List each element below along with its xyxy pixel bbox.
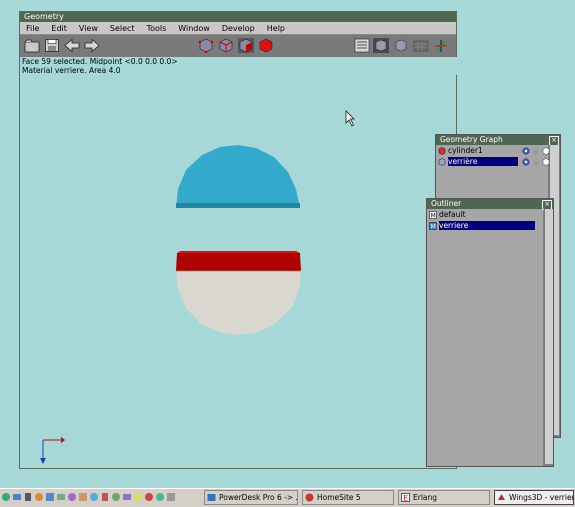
outliner-list: M default M verriere xyxy=(427,209,543,466)
menu-help[interactable]: Help xyxy=(267,24,285,33)
quicklaunch-app-icon[interactable] xyxy=(56,492,66,502)
body-mode-icon[interactable] xyxy=(258,38,274,53)
graph-item-cylinder1[interactable]: cylinder1 xyxy=(448,146,518,155)
quicklaunch-app-icon[interactable] xyxy=(78,492,88,502)
quicklaunch-app-icon[interactable] xyxy=(34,492,44,502)
menu-view[interactable]: View xyxy=(79,24,98,33)
menu-select[interactable]: Select xyxy=(110,24,135,33)
object-icon xyxy=(438,147,446,155)
quicklaunch-app-icon[interactable] xyxy=(67,492,77,502)
powerdesk-icon xyxy=(207,494,216,501)
axes-icon[interactable] xyxy=(433,38,449,53)
material-icon: M xyxy=(429,211,437,219)
geometry-window: Geometry File Edit View Select Tools Win… xyxy=(19,11,458,469)
selection-status: Face 59 selected. Midpoint <0.0 0.0 0.0> xyxy=(22,57,178,66)
edge-mode-icon[interactable] xyxy=(218,38,234,53)
status-info: Face 59 selected. Midpoint <0.0 0.0 0.0>… xyxy=(20,57,458,75)
taskbar-button-powerdesk[interactable]: PowerDesk Pro 6 -> ... xyxy=(204,490,298,505)
smooth-icon[interactable] xyxy=(373,38,389,53)
menu-bar: File Edit View Select Tools Window Devel… xyxy=(20,22,456,35)
vertex-mode-icon[interactable] xyxy=(198,38,214,53)
object-icon xyxy=(438,158,446,166)
quicklaunch-app-icon[interactable] xyxy=(12,492,22,502)
outliner-title[interactable]: Outliner xyxy=(427,199,553,209)
quicklaunch-app-icon[interactable] xyxy=(155,492,165,502)
quicklaunch-app-icon[interactable] xyxy=(23,492,33,502)
visibility-eye-icon[interactable] xyxy=(522,158,530,166)
wings3d-icon xyxy=(498,494,505,500)
gray-hemisphere-shape xyxy=(176,271,301,335)
taskbar-button-erlang[interactable]: E Erlang xyxy=(398,490,490,505)
outliner-item-verriere[interactable]: verriere xyxy=(439,221,535,230)
red-band-shape xyxy=(176,253,301,271)
quicklaunch-app-icon[interactable] xyxy=(111,492,121,502)
undo-icon[interactable] xyxy=(64,38,80,53)
homesite-icon xyxy=(305,493,314,502)
quicklaunch-app-icon[interactable] xyxy=(144,492,154,502)
groundplane-icon[interactable] xyxy=(413,38,429,53)
menu-file[interactable]: File xyxy=(26,24,39,33)
menu-edit[interactable]: Edit xyxy=(51,24,67,33)
graph-item-verriere[interactable]: verrière xyxy=(448,157,518,166)
lock-icon[interactable] xyxy=(532,158,540,166)
menu-window[interactable]: Window xyxy=(178,24,210,33)
quicklaunch-app-icon[interactable] xyxy=(45,492,55,502)
quicklaunch-app-icon[interactable] xyxy=(122,492,132,502)
svg-text:M: M xyxy=(431,212,436,219)
lock-icon[interactable] xyxy=(532,147,540,155)
save-icon[interactable] xyxy=(44,38,60,53)
open-icon[interactable] xyxy=(24,38,40,53)
quicklaunch-app-icon[interactable] xyxy=(89,492,99,502)
menu-tools[interactable]: Tools xyxy=(147,24,167,33)
quicklaunch-app-icon[interactable] xyxy=(133,492,143,502)
taskbar-button-wings3d[interactable]: Wings3D - verriere.wi... xyxy=(494,490,574,505)
material-status: Material verriere. Area 4.0 xyxy=(22,66,121,75)
menu-develop[interactable]: Develop xyxy=(222,24,255,33)
outliner-scrollbar[interactable] xyxy=(544,209,553,464)
toolbar xyxy=(20,35,456,57)
axis-gizmo xyxy=(40,437,65,464)
dome-base-edge xyxy=(176,203,300,208)
quicklaunch-app-icon[interactable] xyxy=(166,492,176,502)
taskbar-button-homesite[interactable]: HomeSite 5 xyxy=(302,490,394,505)
outliner-item-default[interactable]: default xyxy=(439,210,535,219)
svg-text:E: E xyxy=(403,495,408,503)
redo-icon[interactable] xyxy=(84,38,100,53)
outliner-panel: Outliner × M default M verriere xyxy=(426,198,554,467)
mouse-cursor xyxy=(345,110,355,127)
material-icon: M xyxy=(429,222,437,230)
face-mode-icon[interactable] xyxy=(238,38,254,53)
visibility-eye-icon[interactable] xyxy=(522,147,530,155)
wireframe-icon[interactable] xyxy=(393,38,409,53)
shade-toggle-icon[interactable] xyxy=(354,38,370,53)
blue-dome-shape xyxy=(176,145,300,208)
3d-viewport[interactable] xyxy=(20,75,456,468)
red-band-top xyxy=(177,251,300,253)
quicklaunch-app-icon[interactable] xyxy=(1,492,11,502)
erlang-icon: E xyxy=(401,493,410,502)
geometry-graph-title[interactable]: Geometry Graph xyxy=(436,135,560,145)
geometry-window-title[interactable]: Geometry xyxy=(20,12,456,22)
quicklaunch-app-icon[interactable] xyxy=(100,492,110,502)
taskbar: PowerDesk Pro 6 -> ... HomeSite 5 E Erla… xyxy=(0,488,575,507)
svg-text:M: M xyxy=(431,223,436,230)
